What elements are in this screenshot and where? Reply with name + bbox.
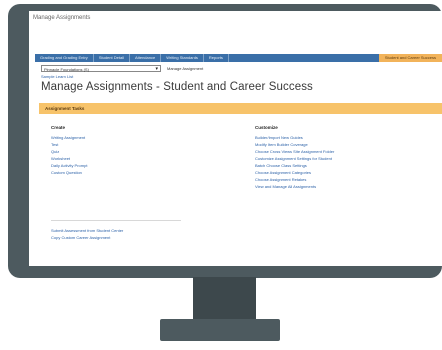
create-link[interactable]: Quiz (51, 148, 201, 155)
course-select[interactable]: Pinnacle Foundations (S) ▾ (41, 65, 161, 72)
create-link[interactable]: Writing Assignment (51, 134, 201, 141)
tab-student-career-success[interactable]: Student and Career Success (378, 54, 442, 62)
page-title: Manage Assignments - Student and Career … (41, 81, 313, 93)
selector-row: Pinnacle Foundations (S) ▾ Manage Assign… (41, 65, 203, 72)
bottom-links: Submit Assessment from Student Center Co… (51, 227, 123, 241)
tab-grading[interactable]: Grading and Grading Entry (35, 54, 94, 62)
customize-link[interactable]: Choose Assignment Categories (255, 169, 425, 176)
create-link[interactable]: Custom Question (51, 169, 201, 176)
create-heading: Create (51, 125, 66, 130)
divider (51, 220, 181, 221)
section-header: Assignment Tasks (39, 103, 442, 114)
tab-attendance[interactable]: Attendance (130, 54, 162, 62)
customize-link[interactable]: Builder/Import New Guides (255, 134, 425, 141)
monitor-neck (193, 277, 256, 321)
create-column: Create Writing Assignment Test Quiz Work… (51, 124, 201, 176)
bottom-link[interactable]: Copy Custom Career Assignment (51, 234, 123, 241)
monitor-frame: Manage Assignments Grading and Grading E… (8, 4, 442, 278)
customize-link[interactable]: Choose Assignment Retakes (255, 176, 425, 183)
tab-reports[interactable]: Reports (204, 54, 229, 62)
monitor-base (160, 319, 280, 341)
customize-link[interactable]: Modify Item Builder Coverage (255, 141, 425, 148)
selector-label: Manage Assignment (167, 66, 204, 71)
customize-link[interactable]: Batch Choose Class Settings (255, 162, 425, 169)
customize-heading: Customize (255, 125, 278, 130)
course-select-value: Pinnacle Foundations (S) (44, 67, 89, 72)
tab-bar: Grading and Grading Entry Student Detail… (35, 54, 442, 62)
sample-learn-list-link[interactable]: Sample Learn List (41, 74, 73, 79)
tab-writing-standards[interactable]: Writing Standards (161, 54, 204, 62)
window-title: Manage Assignments (33, 15, 91, 21)
customize-link[interactable]: View and Manage All Assignments (255, 183, 425, 190)
customize-link[interactable]: Customize Assignment Settings for Studen… (255, 155, 425, 162)
screen: Manage Assignments Grading and Grading E… (29, 11, 442, 266)
customize-link[interactable]: Choose Cross Views Site Assignment Folde… (255, 148, 425, 155)
bottom-link[interactable]: Submit Assessment from Student Center (51, 227, 123, 234)
create-link[interactable]: Test (51, 141, 201, 148)
tab-student-detail[interactable]: Student Detail (94, 54, 130, 62)
chevron-down-icon: ▾ (155, 66, 158, 72)
create-link[interactable]: Daily Activity Prompt (51, 162, 201, 169)
customize-column: Customize Builder/Import New Guides Modi… (255, 124, 425, 190)
create-link[interactable]: Worksheet (51, 155, 201, 162)
